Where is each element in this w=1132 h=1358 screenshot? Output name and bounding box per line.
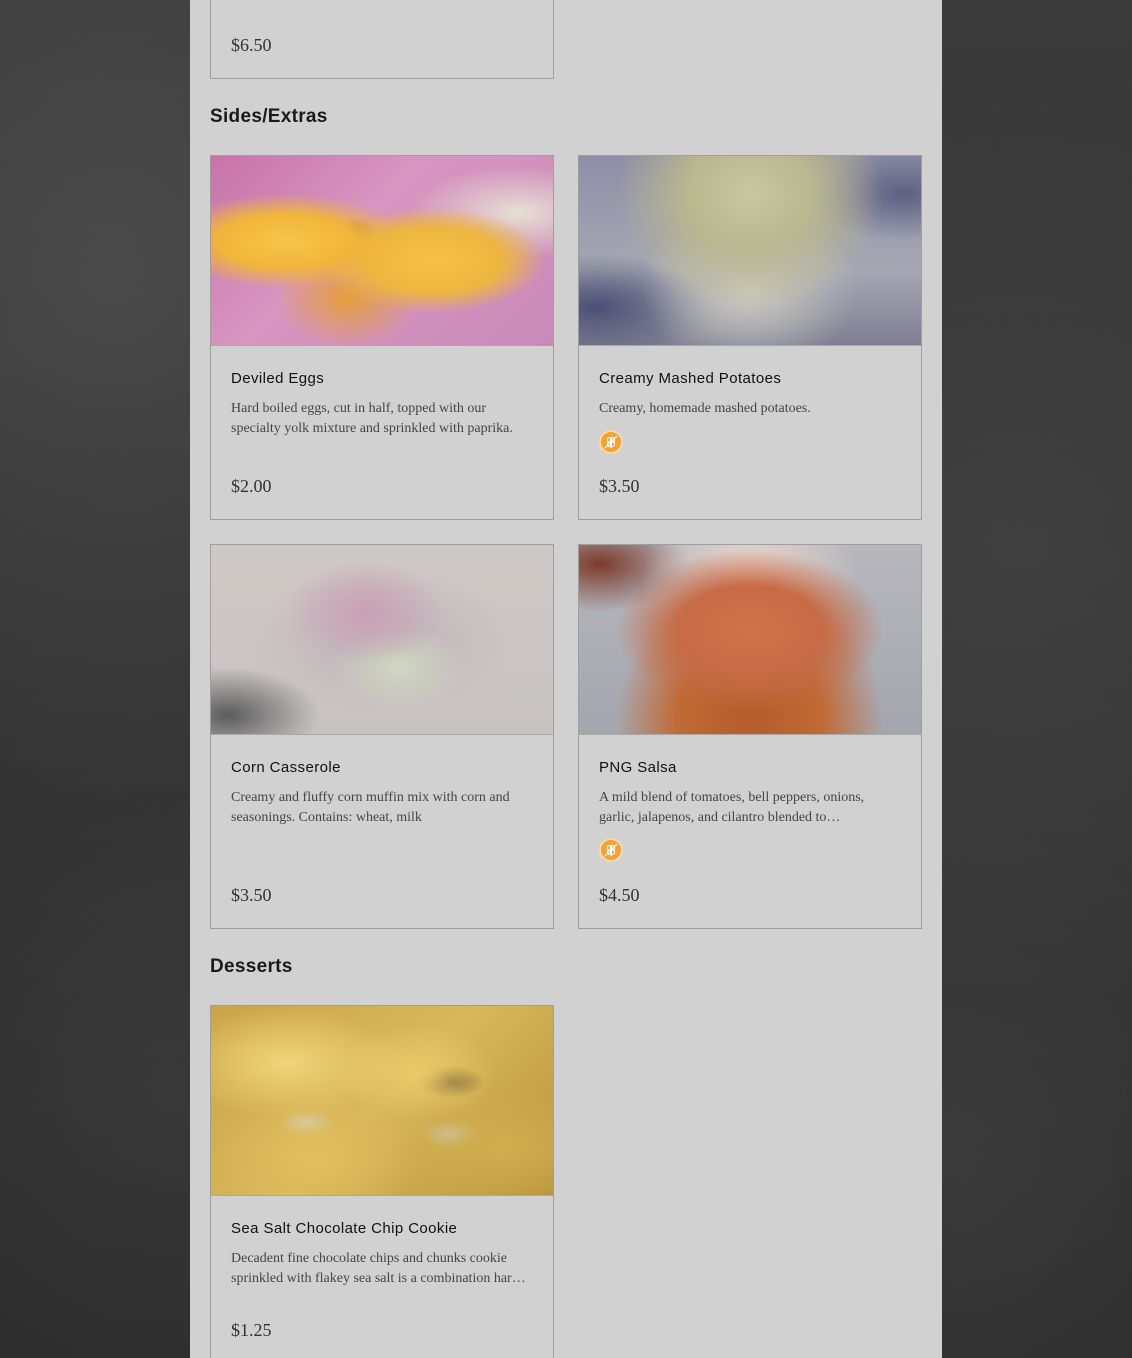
menu-item-photo [211,156,553,346]
menu-item-card-deviled-eggs[interactable]: Deviled Eggs Hard boiled eggs, cut in ha… [210,155,554,520]
menu-item-card-previous[interactable]: $6.50 [210,0,554,79]
menu-item-name: PNG Salsa [599,759,677,776]
gluten-free-icon [599,430,623,454]
gluten-free-icon [599,838,623,862]
menu-item-price: $1.25 [231,1320,272,1340]
menu-item-card-cookie[interactable]: Sea Salt Chocolate Chip Cookie Decadent … [210,1005,554,1358]
menu-item-name: Corn Casserole [231,759,341,776]
menu-item-price: $3.50 [599,476,640,496]
menu-item-name: Creamy Mashed Potatoes [599,370,782,387]
menu-item-description: Hard boiled eggs, cut in half, topped wi… [231,401,513,436]
menu-item-photo [211,1006,553,1196]
menu-item-photo [579,545,921,735]
menu-item-description: A mild blend of tomatoes, bell peppers, … [599,790,865,825]
menu-item-price: $4.50 [599,885,640,905]
menu-item-card-mashed-potatoes[interactable]: Creamy Mashed Potatoes Creamy, homemade … [578,155,922,520]
section-title-desserts: Desserts [210,956,293,977]
menu-item-price: $3.50 [231,885,272,905]
menu-item-description: Decadent fine chocolate chips and chunks… [231,1251,526,1286]
section-title-sides: Sides/Extras [210,106,328,127]
menu-panel: $6.50 Sides/Extras Deviled Eggs Hard boi… [190,0,942,1358]
menu-item-description: Creamy, homemade mashed potatoes. [599,401,811,416]
menu-item-name: Sea Salt Chocolate Chip Cookie [231,1220,458,1237]
menu-item-card-corn-casserole[interactable]: Corn Casserole Creamy and fluffy corn mu… [210,544,554,929]
menu-item-card-png-salsa[interactable]: PNG Salsa A mild blend of tomatoes, bell… [578,544,922,929]
menu-item-photo [211,545,553,735]
menu-item-name: Deviled Eggs [231,370,325,387]
menu-item-price: $2.00 [231,476,272,496]
menu-item-photo [579,156,921,346]
menu-item-description: Creamy and fluffy corn muffin mix with c… [231,790,510,825]
menu-item-price: $6.50 [231,35,272,55]
